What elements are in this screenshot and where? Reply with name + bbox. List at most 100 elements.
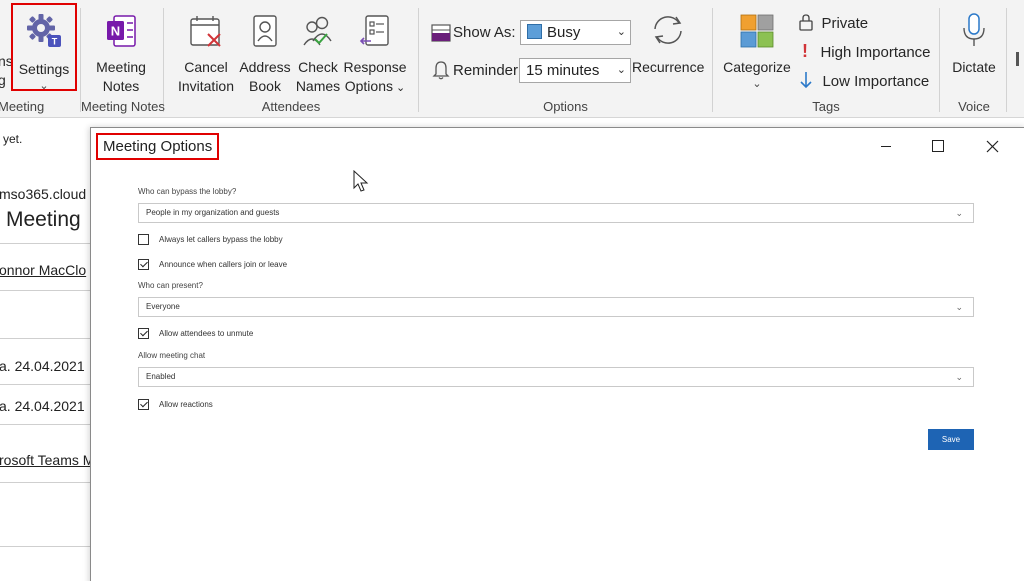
check-names-label-2: Names	[295, 78, 341, 94]
bg-divider	[0, 482, 92, 483]
ribbon-separator	[712, 8, 713, 112]
allow-reactions-row[interactable]: Allow reactions	[138, 399, 213, 410]
who-can-present-dropdown[interactable]: Everyone ⌄	[138, 297, 974, 317]
recurrence-button[interactable]: Recurrence	[632, 5, 704, 77]
private-label: Private	[821, 15, 869, 32]
categorize-button[interactable]: Categorize ⌄	[720, 5, 794, 90]
meeting-notes-button[interactable]: N Meeting Notes	[84, 5, 158, 96]
ribbon-separator	[1006, 8, 1007, 112]
high-importance-button[interactable]: ! High Importance	[802, 41, 931, 62]
dictate-button[interactable]: Dictate	[945, 5, 1003, 77]
minimize-button[interactable]	[864, 134, 908, 158]
group-label-attendees: Attendees	[261, 99, 321, 114]
ribbon-separator	[939, 8, 940, 112]
who-can-present-label: Who can present?	[138, 281, 203, 290]
allow-unmute-checkbox[interactable]	[138, 328, 149, 339]
bg-email-text: mso365.cloud	[0, 186, 87, 202]
ribbon-separator	[418, 8, 419, 112]
onenote-icon: N	[107, 15, 136, 47]
address-book-button[interactable]: Address Book	[238, 5, 292, 96]
chevron-down-icon: ⌄	[616, 26, 626, 38]
allow-reactions-checkbox[interactable]	[138, 399, 149, 410]
close-button[interactable]	[970, 134, 1014, 158]
ribbon-separator	[80, 8, 81, 112]
announce-callers-row[interactable]: Announce when callers join or leave	[138, 259, 287, 270]
categorize-label: Categorize	[723, 59, 791, 75]
chevron-down-icon: ⌄	[955, 372, 963, 382]
bell-icon	[432, 61, 450, 80]
group-label-tags: Tags	[812, 99, 840, 114]
cancel-invitation-label-2: Invitation	[177, 78, 235, 94]
always-callers-row[interactable]: Always let callers bypass the lobby	[138, 234, 283, 245]
always-callers-label: Always let callers bypass the lobby	[159, 235, 283, 244]
private-button[interactable]: Private	[798, 13, 868, 33]
allow-reactions-label: Allow reactions	[159, 400, 213, 409]
svg-text:N: N	[111, 24, 120, 39]
bypass-lobby-dropdown[interactable]: People in my organization and guests ⌄	[138, 203, 974, 223]
save-button[interactable]: Save	[928, 429, 974, 450]
allow-unmute-row[interactable]: Allow attendees to unmute	[138, 328, 253, 339]
settings-highlight-box	[11, 3, 77, 91]
bg-status-text: yet.	[3, 132, 23, 146]
bg-divider	[0, 424, 92, 425]
address-book-label-2: Book	[249, 78, 281, 94]
ribbon: ns g T Settings ⌄ N Meeting Notes Cancel…	[0, 0, 1024, 118]
maximize-icon	[932, 140, 944, 152]
bypass-lobby-value: People in my organization and guests	[146, 208, 280, 217]
busy-color-swatch	[527, 24, 542, 39]
bg-start-date: a. 24.04.2021	[0, 358, 85, 374]
response-options-label-2: Options	[344, 78, 393, 94]
chevron-down-icon: ⌄	[752, 78, 762, 90]
ribbon-separator	[163, 8, 164, 112]
address-book-icon	[253, 15, 277, 47]
reminder-select[interactable]: 15 minutes ⌄	[519, 58, 631, 83]
bg-divider	[0, 243, 92, 244]
announce-callers-checkbox[interactable]	[138, 259, 149, 270]
always-callers-checkbox[interactable]	[138, 234, 149, 245]
reminder-label: Reminder:	[453, 62, 523, 79]
meeting-notes-label-2: Notes	[102, 78, 140, 94]
minimize-icon	[881, 146, 891, 147]
group-label-options: Options	[543, 99, 588, 114]
chevron-down-icon: ⌄	[392, 82, 406, 94]
cancel-invitation-button[interactable]: Cancel Invitation	[172, 5, 240, 96]
show-as-value: Busy	[547, 24, 581, 41]
who-can-present-value: Everyone	[146, 302, 180, 311]
show-as-select[interactable]: Busy ⌄	[520, 20, 631, 45]
meeting-chat-dropdown[interactable]: Enabled ⌄	[138, 367, 974, 387]
response-options-icon	[359, 15, 389, 46]
check-names-button[interactable]: Check Names	[292, 5, 344, 96]
meeting-chat-label: Allow meeting chat	[138, 351, 206, 360]
bg-divider	[0, 384, 92, 385]
microphone-icon	[963, 13, 985, 46]
categorize-icon	[740, 14, 774, 48]
response-options-button[interactable]: Response Options ⌄	[342, 5, 408, 98]
truncated-ribbon-icon	[1016, 52, 1019, 66]
chevron-down-icon: ⌄	[955, 302, 963, 312]
low-importance-label: Low Importance	[822, 73, 930, 90]
calendar-cancel-icon	[190, 16, 221, 47]
close-icon	[986, 140, 998, 152]
bg-divider	[0, 338, 92, 339]
dictate-label: Dictate	[952, 59, 996, 75]
check-names-icon	[303, 16, 332, 46]
announce-callers-label: Announce when callers join or leave	[159, 260, 288, 269]
bg-title-text: Meeting	[6, 208, 81, 231]
cancel-invitation-label-1: Cancel	[184, 59, 228, 75]
maximize-button[interactable]	[916, 134, 960, 158]
chevron-down-icon: ⌄	[955, 208, 963, 218]
bg-divider	[0, 546, 92, 547]
response-options-label-1: Response	[343, 59, 407, 75]
bg-end-date: a. 24.04.2021	[0, 398, 85, 414]
check-names-label-1: Check	[298, 59, 338, 75]
show-as-icon	[431, 24, 451, 42]
bg-location-text: rosoft Teams M	[0, 452, 95, 468]
arrow-down-icon	[800, 72, 812, 89]
mouse-cursor-icon	[353, 170, 369, 192]
lock-icon	[799, 14, 813, 31]
meeting-options-dialog: Meeting Options Who can bypass the lobby…	[90, 127, 1024, 581]
group-label-meeting: Meeting	[0, 99, 45, 114]
low-importance-button[interactable]: Low Importance	[798, 70, 929, 91]
bg-divider	[0, 290, 92, 291]
bypass-lobby-label: Who can bypass the lobby?	[138, 187, 237, 196]
